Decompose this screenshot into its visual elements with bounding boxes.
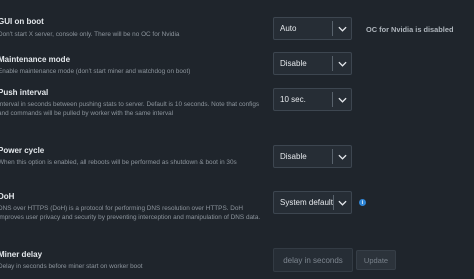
setting-description: When this option is enabled, all reboots… bbox=[0, 159, 237, 166]
power-cycle-select[interactable]: Disable bbox=[273, 145, 352, 168]
setting-description: Interval in seconds between pushing stat… bbox=[0, 101, 260, 118]
select-value: Disable bbox=[280, 152, 307, 161]
maintenance-mode-select[interactable]: Disable bbox=[273, 52, 352, 75]
chevron-down-icon bbox=[333, 146, 351, 167]
setting-label: DoH bbox=[0, 192, 15, 201]
chevron-down-icon bbox=[334, 192, 351, 213]
chevron-down-icon bbox=[333, 53, 351, 74]
select-value: 10 sec. bbox=[280, 95, 306, 104]
setting-description: Don't start X server, console only. Ther… bbox=[0, 31, 180, 38]
info-icon[interactable]: i bbox=[359, 199, 366, 206]
setting-label: Power cycle bbox=[0, 146, 45, 155]
setting-label: Maintenance mode bbox=[0, 55, 71, 64]
doh-select[interactable]: System default bbox=[273, 191, 352, 214]
chevron-down-icon bbox=[333, 89, 351, 110]
setting-description: DNS over HTTPS (DoH) is a protocol for p… bbox=[0, 205, 261, 222]
push-interval-select[interactable]: 10 sec. bbox=[273, 88, 352, 111]
miner-delay-input[interactable]: delay in seconds bbox=[273, 248, 353, 272]
select-value: Auto bbox=[280, 24, 297, 33]
setting-description: Enable maintenance mode (don't start min… bbox=[0, 68, 191, 75]
setting-label: Miner delay bbox=[0, 250, 43, 259]
gui-on-boot-select[interactable]: Auto bbox=[273, 17, 352, 40]
setting-description: Delay in seconds before miner start on w… bbox=[0, 263, 143, 270]
select-value: Disable bbox=[280, 59, 307, 68]
update-button[interactable]: Update bbox=[356, 250, 396, 270]
select-value: System default bbox=[280, 198, 333, 207]
setting-label: GUI on boot bbox=[0, 17, 44, 26]
chevron-down-icon bbox=[333, 18, 351, 39]
setting-label: Push interval bbox=[0, 88, 49, 97]
oc-disabled-note: OC for Nvidia is disabled bbox=[366, 25, 454, 34]
